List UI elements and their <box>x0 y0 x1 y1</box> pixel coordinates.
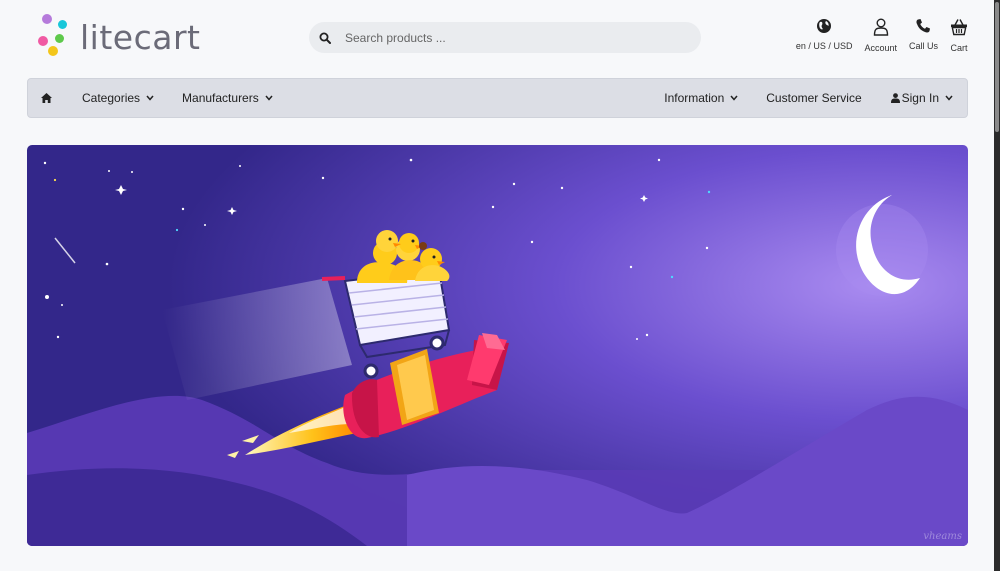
hero-banner[interactable]: vheams <box>27 145 968 546</box>
basket-icon <box>951 19 967 36</box>
language-currency-button[interactable]: en / US / USD <box>795 18 853 51</box>
phone-icon <box>916 19 931 33</box>
account-label: Account <box>864 43 897 53</box>
main-navigation: Categories Manufacturers Information Cus… <box>27 78 968 118</box>
home-icon <box>41 93 52 103</box>
search-input[interactable] <box>345 30 685 45</box>
language-currency-label: en / US / USD <box>795 41 853 51</box>
header-actions: en / US / USD Account Call Us Cart <box>796 18 968 53</box>
artist-signature: vheams <box>923 531 962 542</box>
nav-information-label: Information <box>664 91 725 105</box>
nav-customer-service[interactable]: Customer Service <box>766 78 861 118</box>
nav-categories-label: Categories <box>82 91 141 105</box>
nav-customer-service-label: Customer Service <box>766 91 862 105</box>
nav-sign-in-label: Sign In <box>901 91 939 105</box>
chevron-down-icon <box>945 95 953 101</box>
site-logo[interactable]: litecart <box>36 14 200 60</box>
search-box <box>309 22 701 53</box>
page-scrollbar[interactable] <box>994 0 1000 571</box>
hero-illustration <box>27 145 968 546</box>
account-button[interactable]: Account <box>864 18 897 53</box>
chevron-down-icon <box>146 95 154 101</box>
cart-label: Cart <box>950 43 968 53</box>
call-us-button[interactable]: Call Us <box>909 18 938 51</box>
search-icon[interactable] <box>309 32 341 44</box>
nav-sign-in[interactable]: Sign In <box>890 78 953 118</box>
call-us-label: Call Us <box>908 41 938 51</box>
user-icon <box>890 93 900 103</box>
chevron-down-icon <box>265 95 273 101</box>
nav-manufacturers-label: Manufacturers <box>182 91 259 105</box>
globe-icon <box>817 19 832 33</box>
chevron-down-icon <box>730 95 738 101</box>
nav-manufacturers[interactable]: Manufacturers <box>182 78 273 118</box>
nav-information[interactable]: Information <box>664 78 738 118</box>
nav-right-group: Information Customer Service Sign In <box>664 78 967 118</box>
scrollbar-thumb[interactable] <box>995 2 999 132</box>
logo-text: litecart <box>80 17 201 57</box>
logo-dots <box>36 14 72 60</box>
user-icon <box>873 18 888 36</box>
nav-categories[interactable]: Categories <box>82 78 154 118</box>
site-header: litecart en / US / USD Account <box>0 0 1000 78</box>
nav-home[interactable] <box>41 78 55 118</box>
cart-button[interactable]: Cart <box>950 18 968 53</box>
